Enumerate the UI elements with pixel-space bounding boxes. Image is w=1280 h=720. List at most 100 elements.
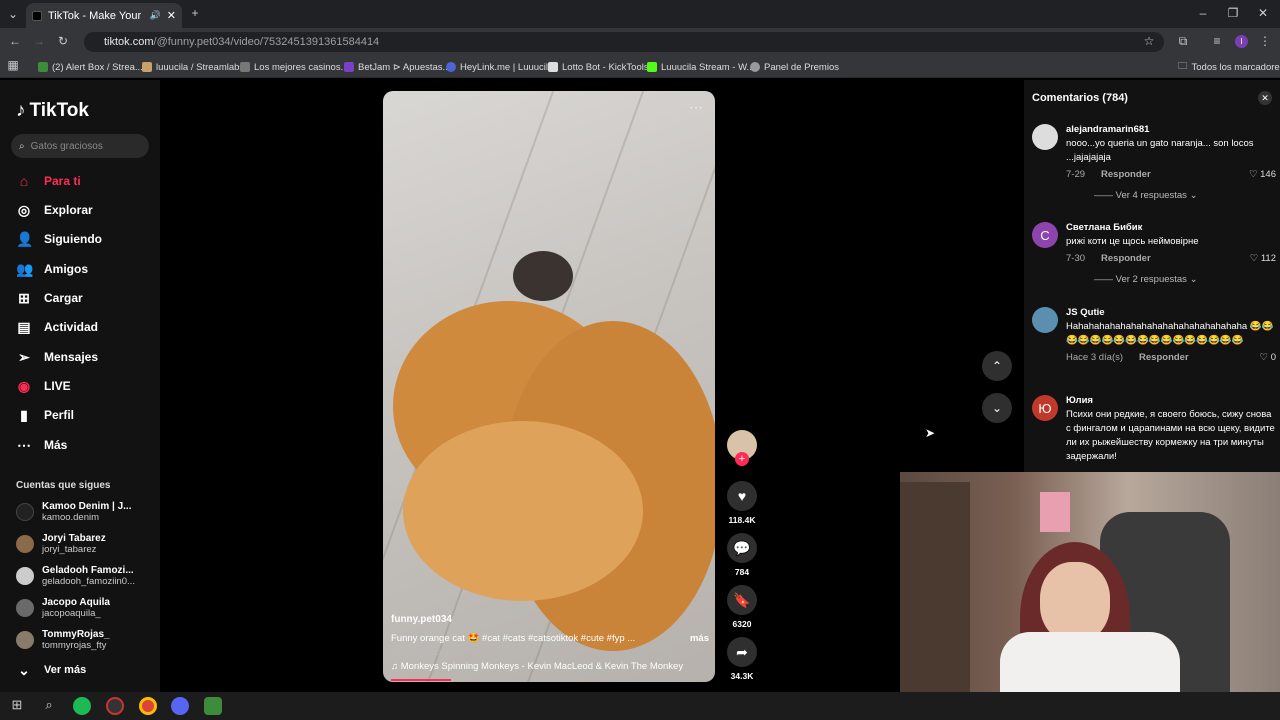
close-window-icon[interactable]: ✕	[1256, 6, 1270, 20]
bookmark-icon: 🔖	[727, 585, 757, 615]
comment-author[interactable]: JS Qutie	[1066, 307, 1276, 318]
previous-video-button[interactable]: ⌃	[982, 351, 1012, 381]
comment-like-button[interactable]: ♡ 0	[1260, 352, 1276, 363]
video-progress-bar[interactable]	[391, 679, 451, 681]
comment-like-button[interactable]: ♡ 146	[1249, 169, 1276, 180]
bookmark-item[interactable]: Panel de Premios	[750, 60, 839, 74]
obs-icon[interactable]	[106, 697, 124, 715]
nav-item-perfil[interactable]: ▮ Perfil	[16, 404, 74, 426]
tiktok-logo[interactable]: ♪ TikTok	[16, 100, 89, 122]
view-replies-button[interactable]: —— Ver 2 respuestas ⌄	[1094, 274, 1276, 285]
reply-button[interactable]: Responder	[1101, 253, 1151, 264]
like-button[interactable]: ♥ 118.4K	[726, 481, 758, 525]
comment-text: Hahahahahahahahahahahahahahahahaha 😂😂😂😂😂…	[1066, 321, 1274, 346]
nav-item-actividad[interactable]: ▤ Actividad	[16, 316, 98, 338]
messages-icon: ➢	[18, 348, 30, 365]
nav-item-mas[interactable]: ⋯ Más	[16, 434, 67, 456]
chrome-icon[interactable]	[139, 697, 157, 715]
maximize-icon[interactable]: ❐	[1226, 6, 1240, 20]
minecraft-icon[interactable]	[204, 697, 222, 715]
menu-kebab-icon[interactable]: ⋮	[1258, 34, 1272, 48]
follow-plus-icon[interactable]: +	[735, 452, 749, 466]
browser-tab[interactable]: TikTok - Make Your Day 🔊 ✕	[26, 3, 182, 28]
bookmark-item[interactable]: luuucila / Streamlabs	[142, 60, 244, 74]
following-account[interactable]: Geladooh Famozi... geladooh_famoziin0...	[16, 561, 135, 591]
avatar-letter: Ю	[1038, 400, 1052, 416]
bookmark-item[interactable]: BetJam ⊳ Apuestas...	[344, 60, 450, 74]
nav-item-siguiendo[interactable]: 👤 Siguiendo	[16, 228, 102, 250]
music-link[interactable]: ♫ Monkeys Spinning Monkeys - Kevin MacLe…	[391, 661, 709, 672]
spotify-icon[interactable]	[73, 697, 91, 715]
extensions-icon[interactable]: ⧉	[1176, 34, 1190, 49]
discord-icon[interactable]	[171, 697, 189, 715]
avatar[interactable]: С	[1032, 222, 1058, 248]
view-replies-button[interactable]: —— Ver 4 respuestas ⌄	[1094, 190, 1276, 201]
close-icon[interactable]: ✕	[1258, 91, 1272, 105]
account-handle: joryi_tabarez	[42, 544, 97, 555]
bookmark-star-icon[interactable]: ☆	[1142, 34, 1156, 48]
reload-icon[interactable]: ↻	[56, 34, 70, 48]
comment-like-button[interactable]: ♡ 112	[1250, 253, 1276, 264]
tab-list-icon[interactable]: ⌄	[6, 7, 20, 21]
forward-icon[interactable]: →	[32, 34, 46, 48]
avatar[interactable]: Ю	[1032, 395, 1058, 421]
avatar[interactable]	[1032, 307, 1058, 333]
all-bookmarks-folder[interactable]: 🗀 Todos los marcadores	[1178, 60, 1280, 74]
reply-button[interactable]: Responder	[1139, 352, 1189, 363]
comment-like-count: 146	[1260, 169, 1276, 180]
apps-grid-icon[interactable]: ▦	[6, 58, 20, 72]
following-account[interactable]: TommyRojas_ tommyrojas_fty	[16, 625, 110, 655]
creator-avatar[interactable]: +	[726, 430, 758, 466]
comment-text: рижі коти це щось неймовірне	[1066, 236, 1199, 247]
reply-button[interactable]: Responder	[1101, 169, 1151, 180]
minimize-icon[interactable]: –	[1196, 6, 1210, 20]
windows-start-icon[interactable]: ⊞	[8, 697, 26, 715]
account-name: TommyRojas_	[42, 629, 110, 640]
comment-text: Психи они редкие, я своего боюсь, сижу с…	[1066, 409, 1275, 462]
cat-belly	[403, 421, 643, 601]
following-account[interactable]: Joryi Tabarez joryi_tabarez	[16, 529, 106, 559]
search-input[interactable]: ⌕ Gatos graciosos	[11, 134, 149, 158]
following-account[interactable]: Jacopo Aquila jacopoaquila_	[16, 593, 110, 623]
nav-item-mensajes[interactable]: ➢ Mensajes	[16, 346, 98, 368]
bookmark-item[interactable]: (2) Alert Box / Strea...	[38, 60, 143, 74]
following-account[interactable]: Kamoo Denim | J... kamoo.denim	[16, 497, 131, 527]
translate-link[interactable]: Ver traducción	[391, 647, 709, 658]
next-video-button[interactable]: ⌄	[982, 393, 1012, 423]
bookmark-item[interactable]: HeyLink.me | Luuucila	[446, 60, 553, 74]
nav-item-para-ti[interactable]: ⌂ Para ti	[16, 170, 81, 192]
more-link[interactable]: más	[690, 633, 709, 644]
save-button[interactable]: 🔖 6320	[726, 585, 758, 629]
video-player[interactable]: ⋯	[383, 91, 715, 682]
nav-item-cargar[interactable]: ⊞ Cargar	[16, 287, 83, 309]
video-author[interactable]: funny.pet034	[391, 614, 709, 625]
speaker-icon[interactable]: 🔊	[150, 10, 161, 21]
search-icon[interactable]: ⌕	[40, 697, 58, 715]
url-field[interactable]: tiktok.com/@funny.pet034/video/753245139…	[84, 32, 1164, 52]
media-icon[interactable]: ≡	[1210, 34, 1224, 48]
back-icon[interactable]: ←	[8, 34, 22, 48]
nav-item-explorar[interactable]: ◎ Explorar	[16, 199, 93, 221]
account-name: Kamoo Denim | J...	[42, 501, 132, 512]
comment-button[interactable]: 💬 784	[726, 533, 758, 577]
share-button[interactable]: ➦ 34.3K	[726, 637, 758, 681]
new-tab-icon[interactable]: +	[188, 6, 202, 20]
folder-icon: 🗀	[1178, 61, 1188, 72]
avatar[interactable]	[1032, 124, 1058, 150]
bookmark-item[interactable]: Los mejores casinos...	[240, 60, 349, 74]
mouse-cursor-icon: ➤	[925, 426, 936, 440]
profile-avatar[interactable]: I	[1235, 35, 1248, 48]
bookmark-item[interactable]: Luuucila Stream - W...	[647, 60, 754, 74]
tiktok-favicon-icon	[32, 10, 42, 21]
comment-author[interactable]: Светлана Бибик	[1066, 222, 1276, 233]
more-options-icon[interactable]: ⋯	[689, 99, 703, 116]
comment-author[interactable]: Юлия	[1066, 395, 1276, 406]
close-tab-icon[interactable]: ✕	[167, 9, 176, 22]
see-more-button[interactable]: ⌄ Ver más	[16, 659, 86, 681]
nav-item-amigos[interactable]: 👥 Amigos	[16, 258, 88, 280]
person-face	[1040, 562, 1110, 642]
comment-icon: 💬	[727, 533, 757, 563]
bookmark-item[interactable]: Lotto Bot - KickTools	[548, 60, 649, 74]
comment-author[interactable]: alejandramarin681	[1066, 124, 1276, 135]
nav-item-live[interactable]: ◉ LIVE	[16, 375, 71, 397]
